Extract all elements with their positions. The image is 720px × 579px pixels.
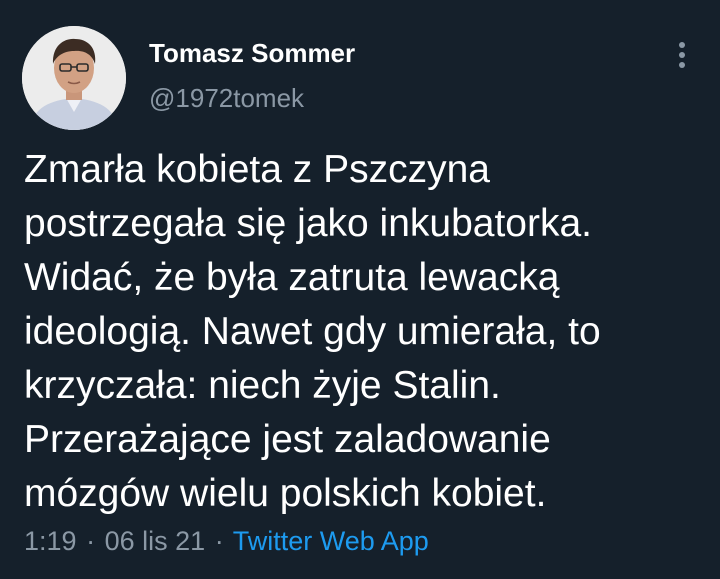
tweet-text-line: postrzegała się jako inkubatorka. (24, 202, 592, 245)
avatar-photo (22, 26, 126, 130)
tweet-text-line: Zmarła kobieta z Pszczyna (24, 148, 491, 191)
more-vertical-icon[interactable] (668, 38, 696, 72)
tweet-text-line: mózgów wielu polskich kobiet. (24, 472, 547, 515)
tweet-text-line: Przerażające jest zaladowanie (24, 418, 551, 461)
tweet-meta: 1:19 · 06 lis 21 · Twitter Web App (24, 526, 429, 557)
tweet-text-line: ideologią. Nawet gdy umierała, to (24, 310, 601, 353)
author-handle[interactable]: @1972tomek (149, 83, 304, 114)
tweet-text-line: krzyczała: niech żyje Stalin. (24, 364, 501, 407)
author-name[interactable]: Tomasz Sommer (149, 38, 355, 69)
meta-separator: · (86, 526, 96, 556)
tweet-source-link[interactable]: Twitter Web App (233, 526, 429, 556)
tweet-card: Tomasz Sommer @1972tomek Zmarła kobieta … (0, 0, 720, 579)
avatar[interactable] (22, 26, 126, 130)
tweet-text: Zmarła kobieta z Pszczyna postrzegała si… (24, 143, 704, 521)
tweet-time[interactable]: 1:19 (24, 526, 77, 556)
meta-separator: · (214, 526, 224, 556)
tweet-text-line: Widać, że była zatruta lewacką (24, 256, 560, 299)
tweet-date[interactable]: 06 lis 21 (105, 526, 206, 556)
